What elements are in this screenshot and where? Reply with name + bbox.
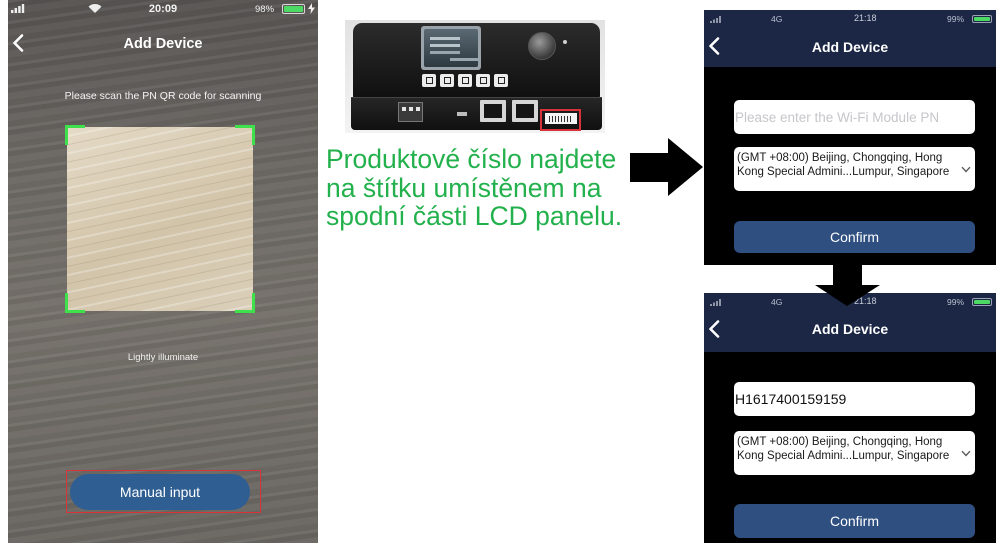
app-header: 4G 21:18 99% Add Device xyxy=(704,10,996,67)
ethernet-port-opening xyxy=(516,104,534,118)
battery-icon xyxy=(282,4,305,14)
device-photo xyxy=(345,20,605,133)
add-device-screen-filled: 4G 21:18 99% Add Device (GMT +08:00) Bei… xyxy=(704,293,996,543)
battery-percent: 99% xyxy=(947,14,965,24)
device-lcd-bezel xyxy=(421,26,481,70)
network-type: 4G xyxy=(771,297,783,307)
scan-corner-bottom-right xyxy=(235,293,255,313)
network-type: 4G xyxy=(771,14,783,24)
timezone-select[interactable]: (GMT +08:00) Beijing, Chongqing, Hong Ko… xyxy=(734,147,975,191)
ethernet-port xyxy=(512,100,538,122)
battery-level xyxy=(974,300,990,304)
timezone-selected-value: (GMT +08:00) Beijing, Chongqing, Hong Ko… xyxy=(737,436,950,462)
label-highlight-box xyxy=(540,109,581,131)
battery-level xyxy=(974,17,990,21)
battery-percent: 99% xyxy=(947,297,965,307)
device-lcd-screen xyxy=(424,29,478,67)
page-title: Add Device xyxy=(123,36,203,52)
battery-icon xyxy=(972,298,992,306)
device-key xyxy=(476,74,490,87)
ethernet-port-opening xyxy=(484,104,502,118)
scan-hint: Lightly illuminate xyxy=(127,352,199,363)
device-slot xyxy=(457,112,467,116)
signal-icon xyxy=(710,299,722,306)
charging-icon xyxy=(308,3,315,14)
device-key xyxy=(458,74,472,87)
battery-percent: 98% xyxy=(255,4,275,15)
device-keypad xyxy=(422,74,512,88)
confirm-button[interactable]: Confirm xyxy=(734,221,975,253)
signal-icon xyxy=(710,16,722,23)
timezone-selected-value: (GMT +08:00) Beijing, Chongqing, Hong Ko… xyxy=(737,152,950,178)
device-key xyxy=(422,74,436,87)
battery-icon xyxy=(972,15,992,23)
module-pn-input[interactable] xyxy=(734,382,975,416)
ethernet-port xyxy=(480,100,506,122)
arrow-right-icon xyxy=(628,136,706,198)
device-terminal-block xyxy=(398,102,423,122)
caption-line: Produktové číslo najdete xyxy=(326,144,617,174)
add-device-screen-empty: 4G 21:18 99% Add Device (GMT +08:00) Bei… xyxy=(704,10,996,265)
confirm-button[interactable]: Confirm xyxy=(734,504,975,538)
manual-input-button[interactable]: Manual input xyxy=(70,474,250,510)
page-title: Add Device xyxy=(811,321,889,337)
module-pn-input[interactable] xyxy=(734,100,975,134)
arrow-down-icon xyxy=(813,260,883,308)
chevron-down-icon xyxy=(961,450,971,457)
device-knob xyxy=(528,32,556,60)
caption-line: na štítku umístěnem na xyxy=(326,172,602,203)
scan-corner-bottom-left xyxy=(65,293,85,313)
chevron-down-icon xyxy=(961,166,971,173)
qr-scan-frame xyxy=(65,125,255,313)
device-led xyxy=(563,40,567,44)
timezone-select[interactable]: (GMT +08:00) Beijing, Chongqing, Hong Ko… xyxy=(734,431,975,475)
status-time: 21:18 xyxy=(854,13,877,23)
scan-instruction: Please scan the PN QR code for scanning xyxy=(64,90,262,102)
battery-level xyxy=(284,6,303,12)
caption-line: spodní části LCD panelu. xyxy=(326,201,623,231)
scan-corner-top-right xyxy=(235,125,255,145)
scan-corner-top-left xyxy=(65,125,85,145)
instruction-caption: Produktové číslo najdete na štítku umíst… xyxy=(326,145,622,231)
scanner-screen: 20:09 98% Add Device Please scan the PN … xyxy=(8,0,318,543)
page-title: Add Device xyxy=(811,39,889,55)
device-key xyxy=(440,74,454,87)
device-key xyxy=(494,74,508,87)
